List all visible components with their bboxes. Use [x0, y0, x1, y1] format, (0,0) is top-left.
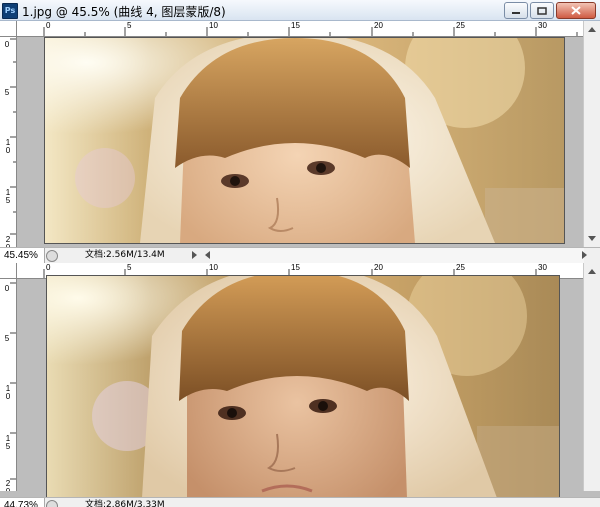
ruler-label: 10 [209, 21, 218, 30]
document-window-2: 0 5 10 15 20 25 30 0 5 1 0 1 5 2 0 [0, 263, 600, 507]
minimize-button[interactable] [504, 2, 528, 19]
ruler-label: 10 [209, 263, 218, 272]
triangle-right-icon [192, 251, 197, 259]
zoom-level[interactable]: 45.45% [0, 248, 45, 263]
triangle-down-icon [588, 236, 596, 241]
ruler-label: 0 [46, 21, 51, 30]
ruler-label: 1 0 [5, 138, 11, 155]
ruler-label: 5 [4, 334, 10, 343]
photo-girl-in-hood [47, 276, 559, 498]
ruler-label: 0 [46, 263, 51, 272]
triangle-up-icon [588, 269, 596, 274]
minimize-icon [512, 11, 520, 14]
document-size-info[interactable]: 文档:2.86M/3.33M [85, 498, 165, 507]
ruler-label: 25 [456, 21, 465, 30]
ruler-label: 5 [4, 88, 10, 97]
ruler-label: 0 [4, 40, 10, 49]
ruler-label: 25 [456, 263, 465, 272]
vertical-ruler[interactable]: 0 5 1 0 1 5 2 0 [0, 279, 17, 491]
window-controls [504, 2, 596, 19]
horizontal-ruler[interactable]: 0 5 10 15 20 25 30 [17, 21, 584, 37]
ruler-label: 15 [291, 21, 300, 30]
ruler-label: 2 0 [5, 479, 11, 492]
window-title: 1.jpg @ 45.5% (曲线 4, 图层蒙版/8) [22, 5, 226, 19]
ruler-label: 5 [127, 263, 132, 272]
zoom-level[interactable]: 44.73% [0, 498, 45, 507]
maximize-icon [537, 6, 547, 15]
maximize-button[interactable] [530, 2, 554, 19]
vertical-scrollbar[interactable] [583, 21, 600, 247]
triangle-right-icon [582, 251, 587, 259]
status-info-icon[interactable] [46, 250, 58, 262]
ruler-label: 20 [374, 21, 383, 30]
close-icon [571, 6, 581, 15]
document-window-1: Ps 1.jpg @ 45.5% (曲线 4, 图层蒙版/8) 0 5 10 1… [0, 0, 600, 263]
scroll-up-button[interactable] [584, 263, 600, 279]
status-bar: 45.45% 文档:2.56M/13.4M [0, 247, 600, 263]
scroll-down-button[interactable] [584, 231, 600, 247]
scroll-up-button[interactable] [584, 21, 600, 37]
scroll-right-button[interactable] [580, 250, 590, 260]
image-canvas[interactable] [44, 37, 565, 244]
status-info-icon[interactable] [46, 500, 58, 507]
photoshop-document-icon: Ps [2, 3, 18, 19]
ruler-label: 5 [127, 21, 132, 30]
ruler-origin[interactable] [0, 21, 17, 37]
ruler-label: 15 [291, 263, 300, 272]
ruler-label: 20 [374, 263, 383, 272]
photo-girl-in-hood [45, 38, 564, 243]
ruler-label: 1 0 [5, 384, 11, 401]
status-bar: 44.73% 文档:2.86M/3.33M [0, 497, 600, 507]
vertical-scrollbar[interactable] [583, 263, 600, 491]
ruler-label: 2 0 [5, 235, 11, 248]
close-button[interactable] [556, 2, 596, 19]
status-menu-button[interactable] [190, 250, 200, 260]
ruler-label: 30 [538, 21, 547, 30]
document-size-info[interactable]: 文档:2.56M/13.4M [85, 248, 165, 263]
ruler-label: 1 5 [5, 434, 11, 451]
ruler-label: 0 [4, 284, 10, 293]
window-titlebar[interactable]: Ps 1.jpg @ 45.5% (曲线 4, 图层蒙版/8) [0, 0, 600, 21]
ruler-origin[interactable] [0, 263, 17, 279]
horizontal-scrollbar[interactable] [210, 248, 584, 263]
vertical-ruler[interactable]: 0 5 1 0 1 5 2 0 [0, 37, 17, 247]
ruler-label: 1 5 [5, 188, 11, 205]
ruler-ticks [43, 27, 578, 36]
triangle-up-icon [588, 27, 596, 32]
ruler-label: 30 [538, 263, 547, 272]
image-canvas[interactable] [46, 275, 560, 499]
